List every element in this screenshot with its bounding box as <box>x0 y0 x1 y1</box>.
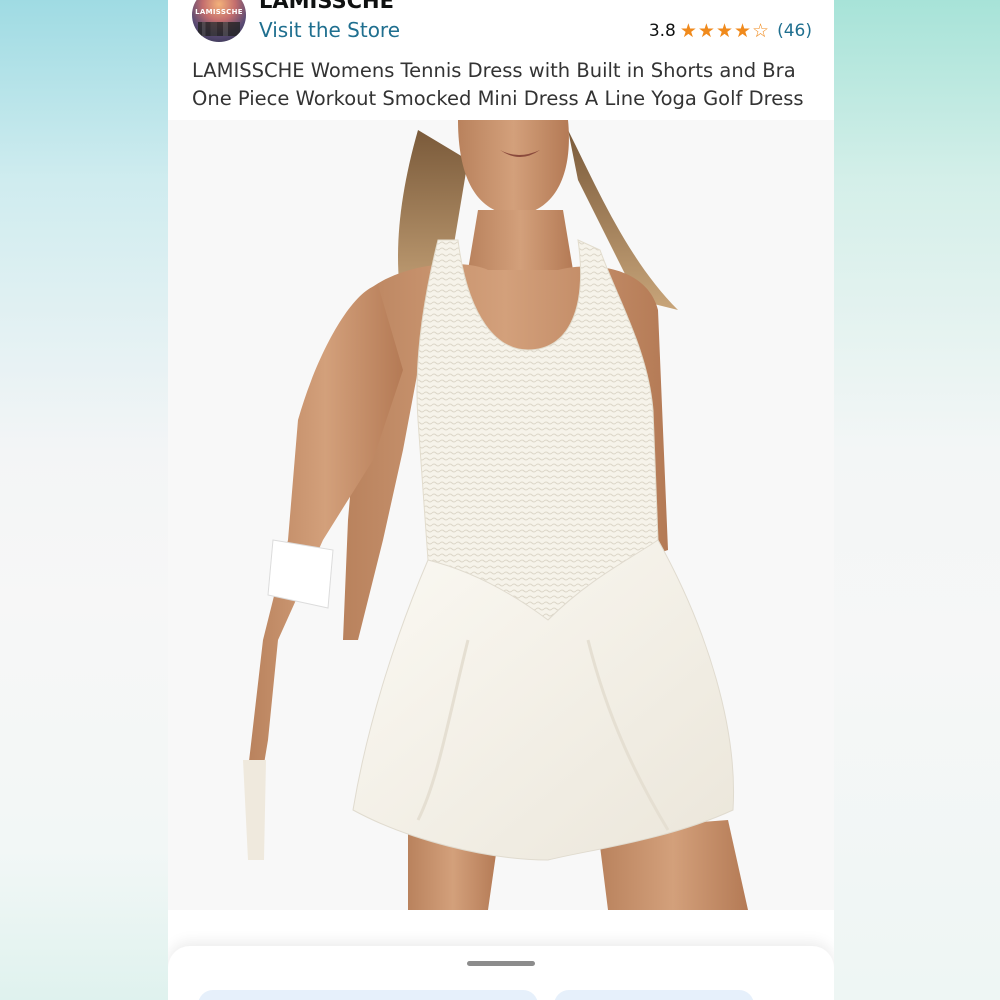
store-header: LAMISSCHE LAMISSCHE Visit the Store 3.8 … <box>168 0 834 50</box>
sheet-grab-handle[interactable] <box>467 961 535 966</box>
rating-value: 3.8 <box>648 21 676 41</box>
action-pill[interactable] <box>198 990 538 1000</box>
review-count-link[interactable]: (46) <box>777 21 812 41</box>
visit-store-link[interactable]: Visit the Store <box>259 18 400 42</box>
star-filled-icon: ★ <box>697 19 715 42</box>
phone-screen: LAMISSCHE LAMISSCHE Visit the Store 3.8 … <box>168 0 834 1000</box>
star-empty-icon: ☆ <box>752 19 770 42</box>
star-filled-icon: ★ <box>734 19 752 42</box>
store-avatar[interactable]: LAMISSCHE <box>192 0 246 42</box>
rating-summary[interactable]: 3.8 ★ ★ ★ ★ ☆ (46) <box>649 21 812 41</box>
product-image[interactable] <box>168 120 834 910</box>
star-rating: ★ ★ ★ ★ ☆ <box>679 19 770 42</box>
product-title: LAMISSCHE Womens Tennis Dress with Built… <box>192 59 804 110</box>
star-filled-icon: ★ <box>715 19 733 42</box>
avatar-skyline <box>198 22 240 36</box>
product-photo <box>168 120 834 910</box>
star-filled-icon: ★ <box>679 19 697 42</box>
brand-name[interactable]: LAMISSCHE <box>259 0 394 13</box>
action-pill[interactable] <box>554 990 754 1000</box>
bottom-sheet[interactable] <box>168 946 834 1000</box>
background-right <box>834 0 1000 1000</box>
avatar-logo-text: LAMISSCHE <box>195 8 243 16</box>
